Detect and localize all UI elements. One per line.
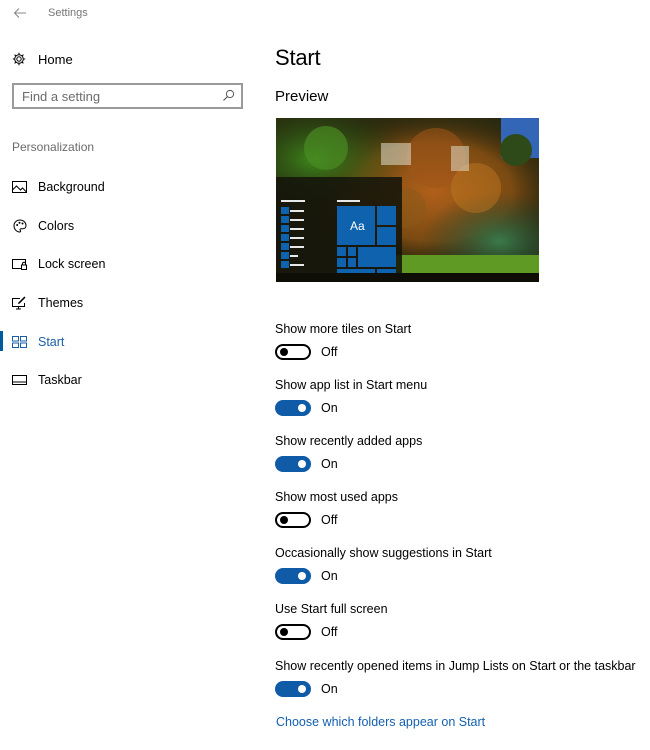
toggle-state: On [321, 569, 338, 583]
main-content: Start Preview Aa Show more tiles on Star… [275, 0, 650, 750]
sidebar-item-label: Lock screen [38, 257, 106, 272]
active-indicator [0, 331, 3, 352]
search-box[interactable] [12, 83, 243, 109]
sidebar-item-start[interactable]: Start [0, 322, 260, 361]
sidebar-item-lock-screen[interactable]: Lock screen [0, 245, 260, 284]
taskbar-icon [12, 373, 27, 387]
home-label: Home [38, 51, 73, 67]
toggle-show-most-used[interactable] [275, 512, 311, 528]
setting-full-screen: Use Start full screen Off [275, 602, 388, 640]
preview-large-tile: Aa [337, 206, 375, 245]
setting-label: Show more tiles on Start [275, 322, 412, 336]
toggle-show-more-tiles[interactable] [275, 344, 311, 360]
page-title: Start [275, 45, 321, 70]
home-nav-item[interactable]: Home [12, 49, 73, 69]
picture-icon [12, 180, 27, 194]
tile-text: Aa [350, 219, 365, 233]
lock-screen-icon [12, 257, 27, 271]
sidebar-item-label: Colors [38, 218, 75, 233]
gear-icon [12, 52, 26, 66]
toggle-show-recently-added[interactable] [275, 456, 311, 472]
toggle-state: On [321, 401, 338, 415]
sidebar-item-label: Taskbar [38, 373, 82, 388]
section-label-personalization: Personalization [12, 140, 95, 154]
setting-show-app-list: Show app list in Start menu On [275, 378, 427, 416]
search-icon[interactable] [222, 89, 235, 102]
start-preview: Aa [276, 118, 539, 282]
arrow-left-icon [13, 8, 26, 18]
start-menu-mock: Aa [276, 177, 402, 273]
toggle-state: On [321, 457, 338, 471]
toggle-state: On [321, 682, 338, 696]
setting-label: Occasionally show suggestions in Start [275, 546, 492, 560]
setting-label: Use Start full screen [275, 602, 388, 616]
toggle-show-suggestions[interactable] [275, 568, 311, 584]
toggle-state: Off [321, 513, 338, 527]
themes-icon [12, 296, 27, 310]
toggle-jump-lists[interactable] [275, 681, 311, 697]
sidebar-item-colors[interactable]: Colors [0, 207, 260, 246]
app-title: Settings [48, 7, 88, 19]
setting-show-more-tiles: Show more tiles on Start Off [275, 322, 411, 360]
sidebar-item-themes[interactable]: Themes [0, 284, 260, 323]
sidebar-item-taskbar[interactable]: Taskbar [0, 361, 260, 400]
setting-show-suggestions: Occasionally show suggestions in Start O… [275, 546, 492, 584]
toggle-state: Off [321, 345, 338, 359]
setting-label: Show app list in Start menu [275, 378, 428, 392]
sidebar-item-label: Themes [38, 296, 84, 311]
sidebar-item-label: Start [38, 334, 65, 349]
sidebar-nav: Background Colors Lock screen Themes Sta… [0, 168, 260, 400]
setting-label: Show most used apps [275, 490, 398, 504]
choose-folders-link[interactable]: Choose which folders appear on Start [276, 715, 485, 729]
start-tiles-icon [12, 335, 27, 349]
preview-heading: Preview [275, 88, 329, 105]
palette-icon [12, 219, 27, 233]
setting-show-most-used: Show most used apps Off [275, 490, 398, 528]
sidebar: Home Personalization Background Colors L… [0, 28, 260, 750]
toggle-state: Off [321, 625, 338, 639]
setting-label: Show recently added apps [275, 434, 423, 448]
setting-label: Show recently opened items in Jump Lists… [275, 659, 636, 673]
back-button[interactable] [12, 5, 28, 21]
setting-jump-lists: Show recently opened items in Jump Lists… [275, 659, 636, 697]
toggle-full-screen[interactable] [275, 624, 311, 640]
sidebar-item-label: Background [38, 180, 105, 195]
toggle-show-app-list[interactable] [275, 400, 311, 416]
search-input[interactable] [14, 85, 214, 107]
sidebar-item-background[interactable]: Background [0, 168, 260, 207]
setting-show-recently-added: Show recently added apps On [275, 434, 422, 472]
